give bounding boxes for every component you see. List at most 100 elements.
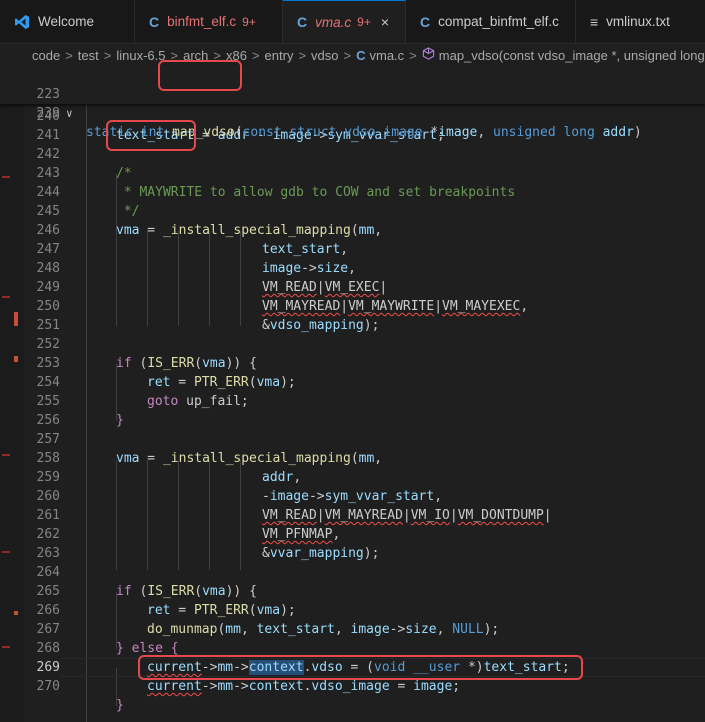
code-text: goto up_fail;: [147, 394, 249, 409]
tab-vma[interactable]: C vma.c 9+ ×: [283, 0, 406, 43]
line-number: 259: [36, 470, 60, 485]
tab-compat-binfmt-elf[interactable]: C compat_binfmt_elf.c: [406, 0, 576, 43]
highlight-box-map-vdso: [158, 60, 242, 91]
tab-label: binfmt_elf.c: [167, 14, 237, 29]
code-line[interactable]: 256}: [0, 411, 705, 430]
line-number: 248: [36, 261, 60, 276]
line-number: 247: [36, 242, 60, 257]
code-line[interactable]: 251 &vdso_mapping);: [0, 316, 705, 335]
text-file-icon: ≡: [590, 13, 599, 30]
code-line[interactable]: 223 ∨ static int map_vdso(const struct v…: [0, 66, 705, 140]
line-number: 249: [36, 280, 60, 295]
problem-count-badge: 9+: [357, 15, 371, 29]
problem-count-badge: 9+: [242, 14, 256, 29]
line-number: 243: [36, 166, 60, 181]
line-number: 252: [36, 337, 60, 352]
code-line[interactable]: 264: [0, 563, 705, 582]
breadcrumb: code > test > linux-6.5 > arch > x86 > e…: [0, 44, 705, 66]
line-number: 254: [36, 375, 60, 390]
line-number: 267: [36, 622, 60, 637]
line-number: 261: [36, 508, 60, 523]
code-line[interactable]: 267 do_munmap(mm, text_start, image->size…: [0, 620, 705, 639]
code-text: ret = PTR_ERR(vma);: [147, 375, 296, 390]
line-number: 246: [36, 223, 60, 238]
line-number: 264: [36, 565, 60, 580]
code-line[interactable]: 265 if (IS_ERR(vma)) {: [0, 582, 705, 601]
code-text: }: [116, 413, 124, 428]
code-text: if (IS_ERR(vma)) {: [116, 356, 257, 371]
code-line[interactable]: 245 */: [0, 202, 705, 221]
code-line[interactable]: 258 vma = _install_special_mapping(mm,: [0, 449, 705, 468]
code-line[interactable]: 266 ret = PTR_ERR(vma);: [0, 601, 705, 620]
code-text: if (IS_ERR(vma)) {: [116, 584, 257, 599]
line-number: 253: [36, 356, 60, 371]
breadcrumb-symbol[interactable]: map_vdso(const vdso_image *, unsigned lo…: [439, 48, 705, 63]
c-file-icon: C: [149, 13, 160, 30]
line-number: 245: [36, 204, 60, 219]
code-line[interactable]: }: [0, 696, 705, 715]
line-number: 260: [36, 489, 60, 504]
tab-vmlinux[interactable]: ≡ vmlinux.txt: [576, 0, 705, 43]
code-text: vma = _install_special_mapping(mm,: [116, 223, 383, 238]
breadcrumb-item[interactable]: linux-6.5: [116, 48, 165, 63]
tab-label: Welcome: [38, 14, 95, 29]
chevron-down-icon[interactable]: ∨: [66, 104, 73, 123]
code-line[interactable]: 263 &vvar_mapping);: [0, 544, 705, 563]
breadcrumb-item[interactable]: entry: [265, 48, 294, 63]
chevron-right-icon: >: [298, 47, 307, 63]
line-number: 239: [36, 106, 60, 121]
c-file-icon: C: [356, 47, 366, 63]
code-line[interactable]: 261 VM_READ|VM_MAYREAD|VM_IO|VM_DONTDUMP|: [0, 506, 705, 525]
line-number: 258: [36, 451, 60, 466]
code-line[interactable]: 244 * MAYWRITE to allow gdb to COW and s…: [0, 183, 705, 202]
chevron-right-icon: >: [409, 47, 417, 63]
code-text: do_munmap(mm, text_start, image->size, N…: [147, 622, 500, 637]
line-number: 268: [36, 641, 60, 656]
sticky-scroll-header[interactable]: 223 ∨ static int map_vdso(const struct v…: [0, 66, 705, 140]
code-line[interactable]: 255 goto up_fail;: [0, 392, 705, 411]
symbol-method-icon: [422, 47, 435, 63]
code-text: VM_READ|VM_MAYREAD|VM_IO|VM_DONTDUMP|: [262, 508, 552, 523]
breadcrumb-item[interactable]: vdso: [311, 48, 338, 63]
close-icon[interactable]: ×: [381, 14, 389, 30]
breadcrumb-item[interactable]: code: [32, 48, 60, 63]
code-line[interactable]: 249 VM_READ|VM_EXEC|: [0, 278, 705, 297]
code-line[interactable]: 243 /*: [0, 164, 705, 183]
code-text: image->size,: [262, 261, 356, 276]
line-number: 269: [36, 660, 60, 675]
line-number: 263: [36, 546, 60, 561]
code-line[interactable]: 262 VM_PFNMAP,: [0, 525, 705, 544]
code-text: /*: [116, 166, 132, 181]
tab-binfmt-elf[interactable]: C binfmt_elf.c 9+: [135, 0, 283, 43]
code-line[interactable]: 252: [0, 335, 705, 354]
line-number: 255: [36, 394, 60, 409]
chevron-right-icon: >: [251, 47, 260, 63]
chevron-right-icon: >: [103, 47, 112, 63]
code-editor[interactable]: 223 ∨ static int map_vdso(const struct v…: [0, 60, 705, 722]
breadcrumb-item[interactable]: test: [78, 48, 99, 63]
c-file-icon: C: [420, 13, 431, 30]
line-number: 257: [36, 432, 60, 447]
code-line[interactable]: 239: [0, 85, 705, 121]
code-line[interactable]: 257: [0, 430, 705, 449]
code-line[interactable]: 254 ret = PTR_ERR(vma);: [0, 373, 705, 392]
line-number: 265: [36, 584, 60, 599]
tab-welcome[interactable]: Welcome: [0, 0, 135, 43]
breadcrumb-file[interactable]: vma.c: [370, 48, 405, 63]
code-text: }: [116, 698, 124, 713]
chevron-right-icon: >: [343, 47, 352, 63]
code-text: addr,: [262, 470, 302, 485]
code-line[interactable]: 259 addr,: [0, 468, 705, 487]
line-number: 270: [36, 679, 60, 694]
code-text: VM_READ|VM_EXEC|: [262, 280, 388, 295]
code-line[interactable]: 250 VM_MAYREAD|VM_MAYWRITE|VM_MAYEXEC,: [0, 297, 705, 316]
code-line[interactable]: 260 -image->sym_vvar_start,: [0, 487, 705, 506]
code-text: &vvar_mapping);: [262, 546, 380, 561]
highlight-box-text-start: [106, 120, 196, 151]
code-line[interactable]: 247 text_start,: [0, 240, 705, 259]
code-line[interactable]: 248 image->size,: [0, 259, 705, 278]
code-line[interactable]: 253 if (IS_ERR(vma)) {: [0, 354, 705, 373]
code-line[interactable]: 246 vma = _install_special_mapping(mm,: [0, 221, 705, 240]
chevron-right-icon: >: [65, 47, 73, 63]
code-text: ret = PTR_ERR(vma);: [147, 603, 296, 618]
